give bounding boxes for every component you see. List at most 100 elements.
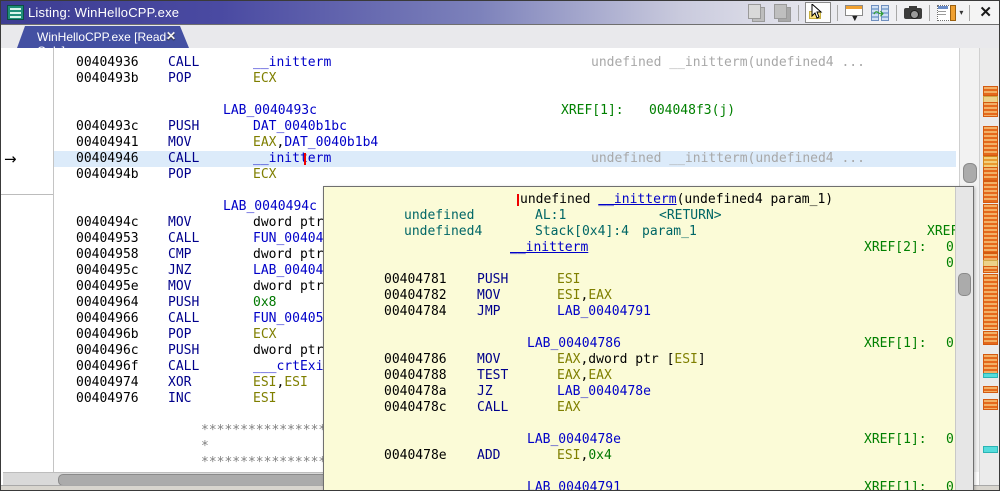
- token[interactable]: JZ: [477, 384, 493, 400]
- token[interactable]: MOV: [168, 279, 191, 295]
- popup-row[interactable]: 0: [324, 256, 973, 272]
- listing-row[interactable]: 00404946CALL__inittermundefined __initte…: [54, 151, 956, 167]
- token[interactable]: CALL: [168, 359, 199, 375]
- popup-row[interactable]: 00404786MOVEAX,dword ptr [ESI]: [324, 352, 973, 368]
- token[interactable]: dword ptr: [253, 343, 331, 358]
- token[interactable]: 00404781: [384, 272, 447, 288]
- navigation-marker[interactable]: [983, 204, 998, 253]
- token[interactable]: param_1: [642, 224, 697, 240]
- token[interactable]: PUSH: [168, 343, 199, 359]
- navigation-marker[interactable]: [983, 373, 998, 378]
- navigation-marker[interactable]: [983, 399, 998, 410]
- token[interactable]: Stack[0x4]:4: [535, 224, 629, 240]
- popup-row[interactable]: 00404788TESTEAX,EAX: [324, 368, 973, 384]
- token[interactable]: POP: [168, 167, 191, 183]
- token[interactable]: TEST: [477, 368, 508, 384]
- token[interactable]: XREF: [927, 224, 958, 240]
- popup-row[interactable]: LAB_0040478eXREF[1]:0: [324, 432, 973, 448]
- token[interactable]: 0x8: [253, 295, 276, 310]
- token[interactable]: 0: [946, 256, 954, 272]
- token[interactable]: JNZ: [168, 263, 191, 279]
- token[interactable]: FUN_004049: [253, 231, 331, 246]
- token[interactable]: __initterm: [510, 240, 588, 256]
- token[interactable]: undefined: [404, 208, 474, 224]
- listing-row[interactable]: 0040493b POP ECX: [1, 71, 999, 87]
- token[interactable]: ESI,ESI: [253, 375, 308, 391]
- token[interactable]: (undefined4 param_1): [677, 192, 834, 207]
- popup-row[interactable]: LAB_00404791XREF[1]:0: [324, 480, 973, 491]
- token[interactable]: PUSH: [477, 272, 508, 288]
- token[interactable]: 0x8: [253, 295, 276, 311]
- token[interactable]: DAT_0040b1b4: [284, 135, 378, 150]
- token[interactable]: XREF[1]:: [561, 103, 624, 119]
- navigation-marker[interactable]: [983, 86, 998, 96]
- token[interactable]: <RETURN>: [659, 208, 722, 224]
- token[interactable]: 0040495c: [76, 263, 139, 279]
- token[interactable]: 00404941: [76, 135, 139, 151]
- token[interactable]: POP: [168, 71, 191, 87]
- navigation-marker[interactable]: [983, 446, 998, 453]
- token[interactable]: *****************: [201, 455, 334, 471]
- token[interactable]: LAB_00404786: [527, 336, 621, 352]
- listing-row[interactable]: 00404941MOVEAX,DAT_0040b1b4: [1, 135, 999, 151]
- token[interactable]: CMP: [168, 247, 191, 263]
- token[interactable]: XREF[2]:: [864, 240, 927, 256]
- token[interactable]: FUN_004059: [253, 311, 331, 326]
- token[interactable]: 0040478a: [384, 384, 447, 400]
- token[interactable]: 0040496b: [76, 327, 139, 343]
- token[interactable]: ECX: [253, 327, 276, 343]
- token[interactable]: ]: [698, 352, 706, 367]
- token[interactable]: JMP: [477, 304, 500, 320]
- token[interactable]: PUSH: [168, 295, 199, 311]
- token[interactable]: CALL: [168, 55, 199, 71]
- token[interactable]: CALL: [168, 231, 199, 247]
- navigation-marker[interactable]: [983, 266, 998, 273]
- token[interactable]: 00404974: [76, 375, 139, 391]
- token[interactable]: __initterm: [253, 151, 331, 166]
- navigation-marker[interactable]: [983, 386, 998, 393]
- token[interactable]: 0: [946, 336, 954, 352]
- token[interactable]: FUN_004059: [253, 311, 331, 327]
- token[interactable]: undefined4: [404, 224, 482, 240]
- vertical-scrollbar-thumb[interactable]: [963, 163, 977, 183]
- listing-row[interactable]: 0040493c PUSH DAT_0040b1bc: [1, 119, 999, 135]
- popup-row[interactable]: 0040478aJZLAB_0040478e: [324, 384, 973, 400]
- token[interactable]: LAB_0040494c: [223, 199, 317, 215]
- popup-row[interactable]: 0040478cCALLEAX: [324, 400, 973, 416]
- navigation-marker[interactable]: [983, 167, 998, 181]
- popup-row[interactable]: 00404784JMPLAB_00404791: [324, 304, 973, 320]
- token[interactable]: 00404953: [76, 231, 139, 247]
- token[interactable]: 0040493c: [76, 119, 139, 135]
- token[interactable]: 0040496c: [76, 343, 139, 359]
- token[interactable]: XOR: [168, 375, 191, 391]
- navigation-marker[interactable]: [983, 331, 998, 345]
- listing-row[interactable]: 00404936CALL__inittermundefined __initte…: [1, 55, 999, 71]
- token[interactable]: ESI: [557, 272, 580, 288]
- token[interactable]: undefined __initterm(undefined4 param_1): [520, 192, 833, 208]
- token[interactable]: ECX: [253, 327, 276, 342]
- token[interactable]: 0040493b: [76, 71, 139, 87]
- token[interactable]: EAX: [557, 352, 580, 367]
- token[interactable]: DAT_0040b1bc: [253, 119, 347, 134]
- navigation-marker[interactable]: [983, 354, 998, 375]
- token[interactable]: AL:1: [535, 208, 566, 224]
- token[interactable]: ESI: [253, 391, 276, 406]
- token[interactable]: ESI: [253, 375, 276, 390]
- token[interactable]: EAX: [557, 368, 580, 383]
- token[interactable]: XREF[1]:: [864, 336, 927, 352]
- popup-row[interactable]: undefined AL:1 <RETURN>: [324, 208, 973, 224]
- token[interactable]: ESI: [557, 288, 580, 303]
- token[interactable]: undefined __initterm(undefined4 ...: [591, 55, 865, 71]
- token[interactable]: CALL: [168, 151, 199, 167]
- popup-scrollbar[interactable]: [955, 187, 973, 491]
- popup-row[interactable]: 0040478eADDESI,0x4: [324, 448, 973, 464]
- token[interactable]: LAB_00404791: [557, 304, 651, 320]
- popup-row[interactable]: LAB_00404786 XREF[1]: 0: [324, 336, 973, 352]
- token[interactable]: PUSH: [168, 119, 199, 135]
- token[interactable]: 0x4: [588, 448, 611, 463]
- token[interactable]: LAB_004049: [253, 263, 331, 279]
- listing-row[interactable]: LAB_0040493cXREF[1]:004048f3(j): [1, 103, 999, 119]
- popup-row[interactable]: 00404781 PUSH ESI: [324, 272, 973, 288]
- token[interactable]: ECX: [253, 71, 276, 86]
- token[interactable]: 004048f3(j): [649, 103, 735, 119]
